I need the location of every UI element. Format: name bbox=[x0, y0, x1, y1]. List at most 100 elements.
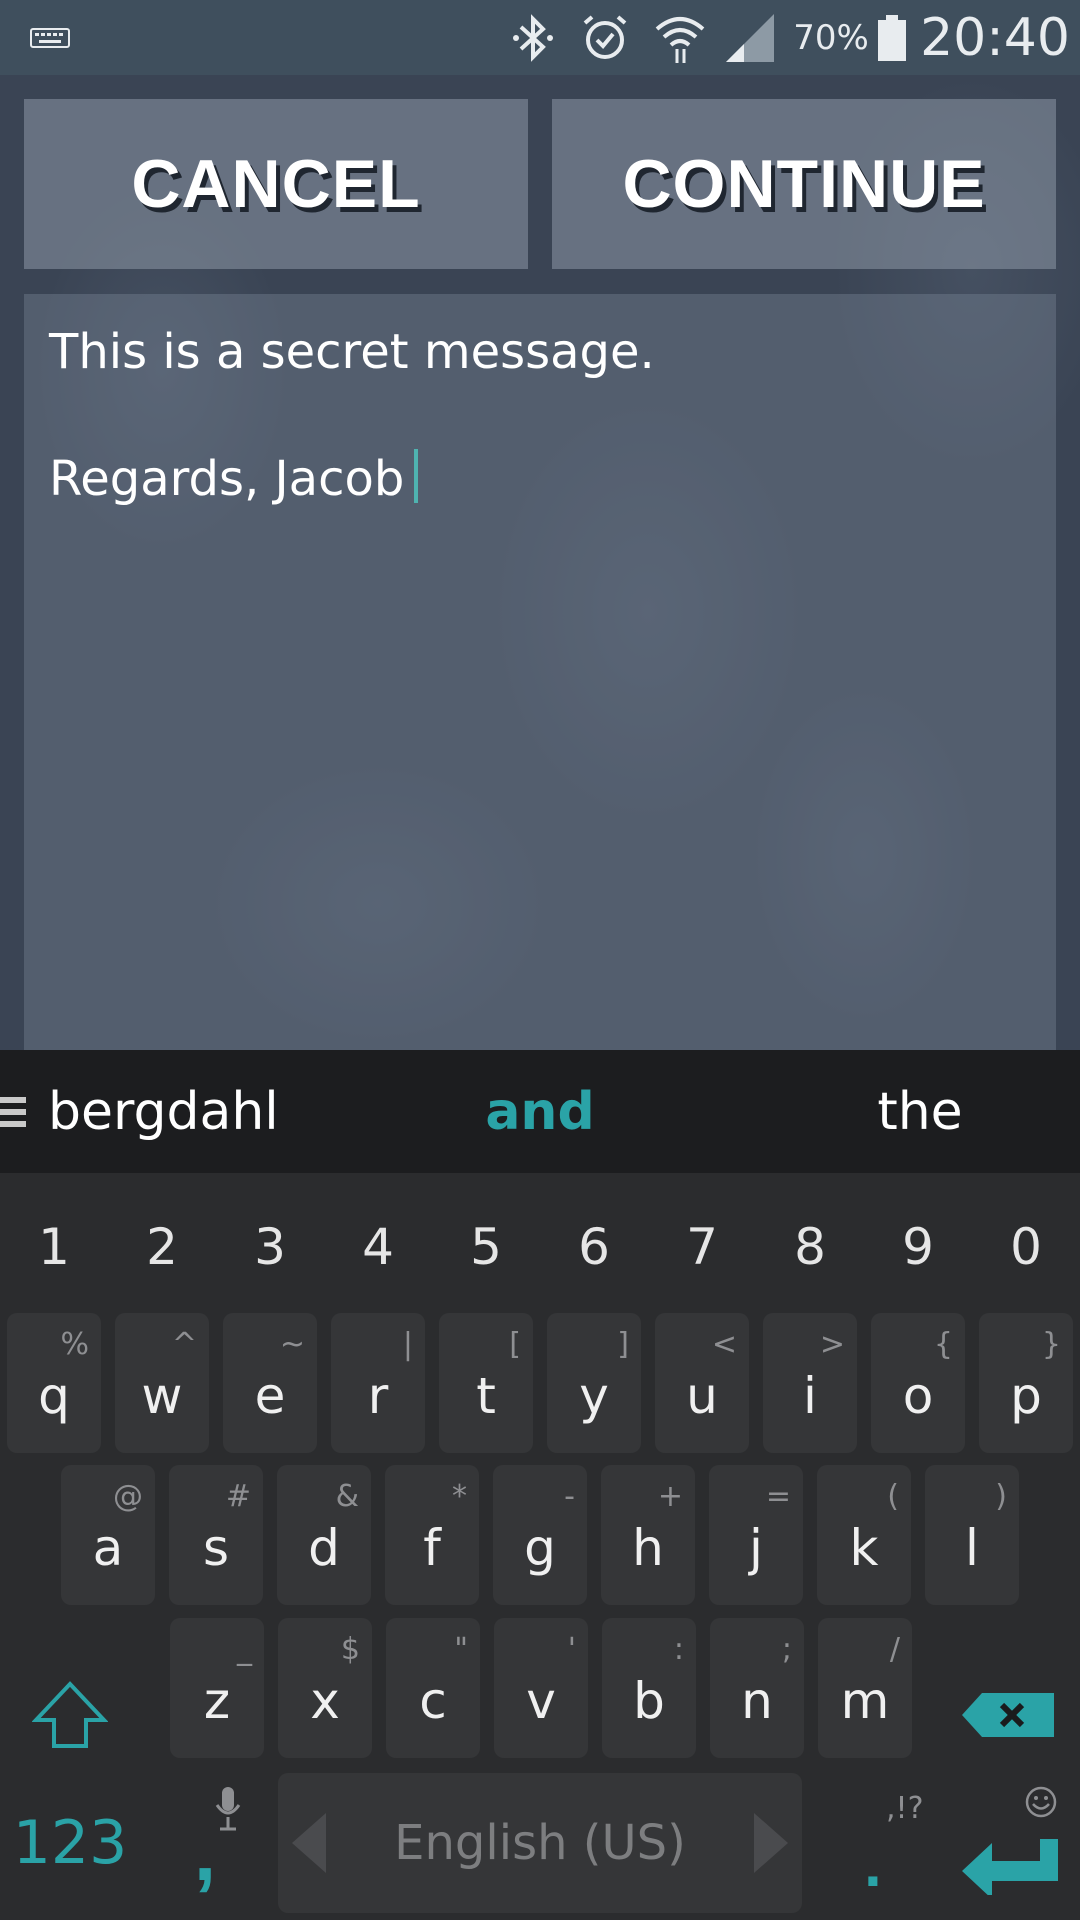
key-h[interactable]: + h bbox=[601, 1465, 695, 1605]
key-hint: _ bbox=[237, 1632, 252, 1667]
message-input[interactable]: This is a secret message. Regards, Jacob bbox=[24, 294, 1056, 1054]
key-e[interactable]: ~ e bbox=[223, 1313, 317, 1453]
key-f[interactable]: * f bbox=[385, 1465, 479, 1605]
key-b[interactable]: :b bbox=[602, 1618, 696, 1758]
key-w[interactable]: ^ w bbox=[115, 1313, 209, 1453]
suggestion-bar: bergdahl and the bbox=[0, 1050, 1080, 1173]
key-m[interactable]: / m bbox=[818, 1618, 912, 1758]
keyboard-icon bbox=[28, 0, 72, 75]
key-z[interactable]: _ z bbox=[170, 1618, 264, 1758]
key-hint: / bbox=[889, 1632, 900, 1667]
key-hint: = bbox=[765, 1479, 791, 1514]
key-hint: } bbox=[1041, 1327, 1061, 1362]
key-hint: ) bbox=[995, 1479, 1007, 1514]
key-label: m bbox=[840, 1672, 890, 1730]
key-label: t bbox=[476, 1367, 496, 1425]
key-hint: " bbox=[454, 1632, 468, 1667]
key-p[interactable]: } p bbox=[979, 1313, 1073, 1453]
key-hint: { bbox=[933, 1327, 953, 1362]
key-hint: - bbox=[564, 1479, 575, 1514]
number-key-6[interactable]: 6 bbox=[540, 1173, 648, 1321]
key-s[interactable]: # s bbox=[169, 1465, 263, 1605]
period-key[interactable]: ,!? . bbox=[820, 1773, 930, 1913]
suggestion-center[interactable]: and bbox=[440, 1050, 640, 1173]
space-label: English (US) bbox=[394, 1815, 686, 1871]
key-a[interactable]: @ a bbox=[61, 1465, 155, 1605]
key-j[interactable]: = j bbox=[709, 1465, 803, 1605]
key-d[interactable]: & d bbox=[277, 1465, 371, 1605]
enter-key[interactable] bbox=[950, 1773, 1070, 1913]
menu-icon[interactable] bbox=[0, 1050, 30, 1173]
key-t[interactable]: [t bbox=[439, 1313, 533, 1453]
number-key-3[interactable]: 3 bbox=[216, 1173, 324, 1321]
backspace-key[interactable] bbox=[958, 1645, 1058, 1785]
key-label: c bbox=[419, 1672, 447, 1730]
key-v[interactable]: ' v bbox=[494, 1618, 588, 1758]
key-o[interactable]: {o bbox=[871, 1313, 965, 1453]
key-hint: | bbox=[402, 1327, 413, 1362]
number-key-9[interactable]: 9 bbox=[864, 1173, 972, 1321]
number-key-5[interactable]: 5 bbox=[432, 1173, 540, 1321]
key-label: u bbox=[686, 1367, 718, 1425]
space-key[interactable]: English (US) bbox=[278, 1773, 802, 1913]
enter-arrow-icon bbox=[962, 1839, 1058, 1895]
clock: 20:40 bbox=[920, 7, 1070, 68]
number-key-0[interactable]: 0 bbox=[972, 1173, 1080, 1321]
language-prev-icon bbox=[292, 1813, 326, 1873]
shift-key[interactable] bbox=[20, 1645, 120, 1785]
symbols-key[interactable]: 123 bbox=[0, 1773, 140, 1913]
suggestion-right[interactable]: the bbox=[820, 1050, 1020, 1173]
number-key-7[interactable]: 7 bbox=[648, 1173, 756, 1321]
suggestion-left[interactable]: bergdahl bbox=[48, 1050, 328, 1173]
key-hint: + bbox=[657, 1479, 683, 1514]
key-r[interactable]: | r bbox=[331, 1313, 425, 1453]
key-label: i bbox=[803, 1367, 817, 1425]
key-l[interactable]: ) l bbox=[925, 1465, 1019, 1605]
microphone-icon bbox=[215, 1787, 241, 1831]
battery-icon bbox=[872, 0, 912, 75]
key-hint: ^ bbox=[171, 1327, 197, 1362]
comma-key[interactable]: , bbox=[150, 1773, 260, 1913]
cancel-button[interactable]: CANCEL bbox=[24, 99, 528, 269]
key-c[interactable]: " c bbox=[386, 1618, 480, 1758]
key-label: h bbox=[632, 1519, 664, 1577]
number-key-8[interactable]: 8 bbox=[756, 1173, 864, 1321]
key-label: q bbox=[38, 1367, 70, 1425]
shift-arrow-icon bbox=[32, 1681, 108, 1748]
key-g[interactable]: -g bbox=[493, 1465, 587, 1605]
period-label: . bbox=[864, 1828, 882, 1900]
key-q[interactable]: % q bbox=[7, 1313, 101, 1453]
key-hint: # bbox=[225, 1479, 251, 1514]
key-hint: @ bbox=[113, 1479, 143, 1514]
key-x[interactable]: $ x bbox=[278, 1618, 372, 1758]
key-label: b bbox=[633, 1672, 665, 1730]
emoji-icon bbox=[1025, 1786, 1057, 1818]
bluetooth-icon bbox=[505, 0, 561, 75]
key-label: y bbox=[579, 1367, 609, 1425]
key-label: r bbox=[367, 1367, 389, 1425]
number-key-1[interactable]: 1 bbox=[0, 1173, 108, 1321]
continue-button[interactable]: CONTINUE bbox=[552, 99, 1056, 269]
number-key-4[interactable]: 4 bbox=[324, 1173, 432, 1321]
message-line-1: This is a secret message. bbox=[49, 324, 655, 380]
key-hint: $ bbox=[340, 1632, 360, 1667]
key-hint: % bbox=[60, 1327, 89, 1362]
key-n[interactable]: ; n bbox=[710, 1618, 804, 1758]
key-label: o bbox=[902, 1367, 934, 1425]
key-k[interactable]: (k bbox=[817, 1465, 911, 1605]
message-line-2: Regards, Jacob bbox=[49, 449, 419, 507]
comma-label: , bbox=[193, 1808, 217, 1897]
key-label: k bbox=[849, 1519, 879, 1577]
signal-icon bbox=[722, 0, 778, 75]
key-label: d bbox=[308, 1519, 340, 1577]
key-label: n bbox=[741, 1672, 773, 1730]
compose-area: CANCEL CONTINUE This is a secret message… bbox=[0, 75, 1080, 1054]
message-line-2-text: Regards, Jacob bbox=[49, 451, 405, 507]
number-key-2[interactable]: 2 bbox=[108, 1173, 216, 1321]
text-cursor bbox=[414, 449, 419, 503]
alarm-icon bbox=[575, 0, 635, 75]
key-y[interactable]: ] y bbox=[547, 1313, 641, 1453]
key-i[interactable]: > i bbox=[763, 1313, 857, 1453]
key-hint: ' bbox=[567, 1632, 576, 1667]
key-u[interactable]: < u bbox=[655, 1313, 749, 1453]
